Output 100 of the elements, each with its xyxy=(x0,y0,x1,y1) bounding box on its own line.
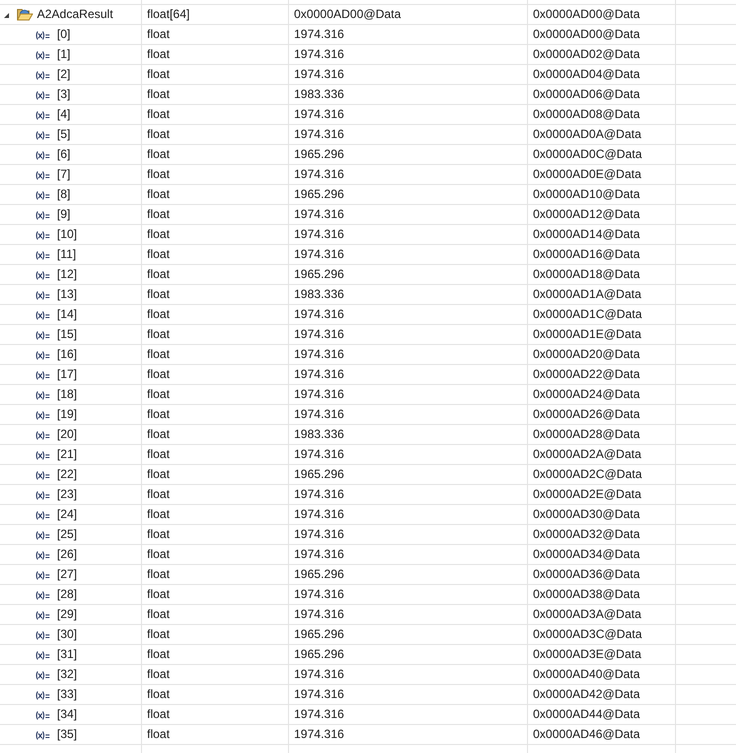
table-cell: float xyxy=(147,167,170,182)
table-cell: 0x0000AD2A@Data xyxy=(533,447,642,462)
x-equals-icon xyxy=(35,650,50,660)
table-cell: 0x0000AD2C@Data xyxy=(533,467,642,482)
tree-item-label[interactable]: [4] xyxy=(57,107,70,122)
tree-item-label[interactable]: [17] xyxy=(57,367,78,382)
tree-item-label[interactable]: [24] xyxy=(57,507,78,522)
tree-item-label[interactable]: [5] xyxy=(57,127,70,142)
x-equals-icon xyxy=(35,230,50,240)
table-cell: 1974.316 xyxy=(294,207,344,222)
table-cell: float xyxy=(147,447,170,462)
table-cell: float[64] xyxy=(147,7,190,22)
tree-item-label[interactable]: [9] xyxy=(57,207,70,222)
table-cell: 1974.316 xyxy=(294,687,344,702)
table-cell: 0x0000AD10@Data xyxy=(533,187,640,202)
table-cell: float xyxy=(147,607,170,622)
table-cell: 0x0000AD1E@Data xyxy=(533,327,642,342)
table-cell: 1974.316 xyxy=(294,607,344,622)
table-cell: 1974.316 xyxy=(294,727,344,742)
tree-item-label[interactable]: [11] xyxy=(57,247,76,262)
tree-item-label[interactable]: [31] xyxy=(57,647,78,662)
table-cell: 1965.296 xyxy=(294,187,344,202)
table-cell: 1974.316 xyxy=(294,107,344,122)
table-cell: 0x0000AD3C@Data xyxy=(533,627,642,642)
table-cell: 1974.316 xyxy=(294,667,344,682)
x-equals-icon xyxy=(35,610,50,620)
table-cell: 0x0000AD1C@Data xyxy=(533,307,642,322)
tree-item-label[interactable]: [27] xyxy=(57,567,78,582)
tree-item-label[interactable]: [0] xyxy=(57,27,70,42)
tree-item-label[interactable]: [23] xyxy=(57,487,78,502)
table-cell: 1974.316 xyxy=(294,587,344,602)
tree-item-label[interactable]: [12] xyxy=(57,267,78,282)
table-cell: 0x0000AD06@Data xyxy=(533,87,640,102)
table-cell: 0x0000AD24@Data xyxy=(533,387,640,402)
table-cell: 1974.316 xyxy=(294,27,344,42)
table-cell: float xyxy=(147,227,170,242)
tree-item-label[interactable]: [35] xyxy=(57,727,78,742)
table-cell: 0x0000AD00@Data xyxy=(294,7,401,22)
tree-item-label[interactable]: [3] xyxy=(57,87,70,102)
table-cell: 1974.316 xyxy=(294,507,344,522)
table-cell: 1974.316 xyxy=(294,367,344,382)
tree-item-label[interactable]: [10] xyxy=(57,227,78,242)
table-cell: 0x0000AD00@Data xyxy=(533,7,640,22)
table-cell: float xyxy=(147,367,170,382)
table-cell: float xyxy=(147,387,170,402)
tree-item-label[interactable]: [1] xyxy=(57,47,70,62)
table-cell: 0x0000AD46@Data xyxy=(533,727,640,742)
x-equals-icon xyxy=(35,250,50,260)
tree-item-label[interactable]: [20] xyxy=(57,427,78,442)
x-equals-icon xyxy=(35,90,50,100)
table-cell: float xyxy=(147,307,170,322)
table-cell: 0x0000AD26@Data xyxy=(533,407,640,422)
tree-item-label[interactable]: [22] xyxy=(57,467,78,482)
table-cell: 0x0000AD42@Data xyxy=(533,687,640,702)
table-cell: 0x0000AD38@Data xyxy=(533,587,640,602)
tree-item-label[interactable]: [2] xyxy=(57,67,70,82)
tree-item-label[interactable]: [30] xyxy=(57,627,78,642)
x-equals-icon xyxy=(35,470,50,480)
table-cell: float xyxy=(147,107,170,122)
x-equals-icon xyxy=(35,330,50,340)
tree-item-label[interactable]: [8] xyxy=(57,187,70,202)
tree-item-label[interactable]: [6] xyxy=(57,147,70,162)
x-equals-icon xyxy=(35,130,50,140)
x-equals-icon xyxy=(35,310,50,320)
tree-item-label[interactable]: [33] xyxy=(57,687,78,702)
tree-item-label[interactable]: A2AdcaResult xyxy=(37,7,114,22)
tree-item-label[interactable]: [13] xyxy=(57,287,78,302)
tree-item-label[interactable]: [15] xyxy=(57,327,78,342)
table-cell: float xyxy=(147,267,170,282)
tree-item-label[interactable]: [25] xyxy=(57,527,78,542)
x-equals-icon xyxy=(35,590,50,600)
table-cell: 0x0000AD12@Data xyxy=(533,207,640,222)
tree-item-label[interactable]: [16] xyxy=(57,347,78,362)
table-cell: 1974.316 xyxy=(294,707,344,722)
table-cell: float xyxy=(147,487,170,502)
table-cell: float xyxy=(147,547,170,562)
tree-item-label[interactable]: [34] xyxy=(57,707,78,722)
table-cell: 1965.296 xyxy=(294,147,344,162)
tree-item-label[interactable]: [28] xyxy=(57,587,78,602)
tree-item-label[interactable]: [26] xyxy=(57,547,78,562)
x-equals-icon xyxy=(35,410,50,420)
tree-item-label[interactable]: [7] xyxy=(57,167,70,182)
table-cell: 0x0000AD0E@Data xyxy=(533,167,642,182)
table-cell: 1983.336 xyxy=(294,427,344,442)
table-cell: 0x0000AD08@Data xyxy=(533,107,640,122)
table-cell: float xyxy=(147,587,170,602)
tree-item-label[interactable]: [32] xyxy=(57,667,78,682)
tree-item-label[interactable]: [29] xyxy=(57,607,78,622)
tree-item-label[interactable]: [18] xyxy=(57,387,78,402)
table-cell: float xyxy=(147,507,170,522)
table-cell: 0x0000AD02@Data xyxy=(533,47,640,62)
tree-item-label[interactable]: [14] xyxy=(57,307,78,322)
x-equals-icon xyxy=(35,70,50,80)
x-equals-icon xyxy=(35,690,50,700)
table-cell: float xyxy=(147,647,170,662)
tree-item-label[interactable]: [19] xyxy=(57,407,78,422)
table-cell: 0x0000AD18@Data xyxy=(533,267,640,282)
expanded-caret-icon[interactable] xyxy=(4,12,9,18)
tree-item-label[interactable]: [21] xyxy=(57,447,78,462)
table-cell: 0x0000AD32@Data xyxy=(533,527,640,542)
